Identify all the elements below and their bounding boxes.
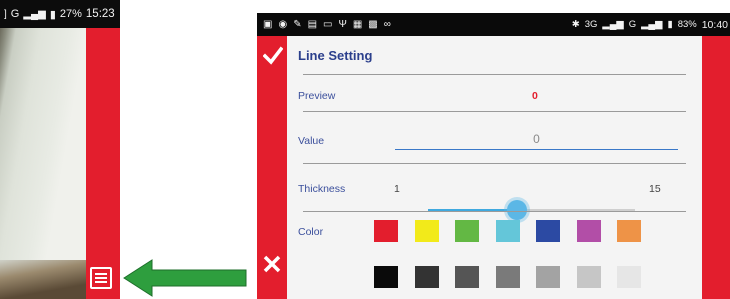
color-label: Color (298, 226, 324, 238)
menu-line-icon (95, 273, 107, 275)
color-swatch-r2-1[interactable] (374, 266, 398, 288)
left-bars-icon: ▂▄▆ (23, 8, 46, 20)
left-side-panel (86, 28, 120, 299)
left-signal-icon: ] (4, 8, 7, 20)
right-phone-screen: ▣ ◉ ✎ ▤ ▭ Ψ ▦ ▩ ∞ ✱ 3G ▂▄▆ G ▂▄▆ ▮ 83% 1… (257, 13, 730, 299)
right-clock: 10:40 (701, 18, 728, 31)
dialog-title: Line Setting (298, 48, 373, 63)
thickness-min: 1 (394, 183, 400, 195)
voicemail-icon: ∞ (383, 19, 391, 30)
color-swatch-r1-1[interactable] (374, 220, 398, 242)
right-bars-icon-2: ▂▄▆ (641, 19, 663, 30)
color-swatch-r1-4[interactable] (495, 220, 520, 242)
menu-line-icon (95, 281, 107, 283)
divider (303, 163, 686, 164)
gallery-icon: ▦ (352, 19, 363, 30)
color-swatch-r1-2[interactable] (414, 220, 439, 242)
thickness-slider-thumb[interactable] (506, 200, 527, 220)
camera-floor (0, 260, 86, 299)
close-icon[interactable] (263, 255, 281, 273)
color-swatch-r1-7[interactable] (617, 220, 641, 242)
left-phone-screen: ] G ▂▄▆ ▮ 27% 15:23 (0, 0, 120, 299)
right-battery-icon: ▮ (667, 19, 673, 30)
preview-label: Preview (298, 90, 336, 102)
color-swatch-r2-3[interactable] (455, 266, 479, 288)
color-swatch-r2-2[interactable] (414, 266, 439, 288)
color-swatch-r2-6[interactable] (576, 266, 601, 288)
left-arrow-icon (123, 259, 247, 297)
image-icon: ▤ (307, 19, 318, 30)
left-battery-level: 27% (59, 8, 82, 20)
alert-icon: ▣ (263, 19, 273, 30)
message-icon: ▭ (323, 19, 333, 30)
camera-preview (0, 28, 86, 299)
bluetooth-icon: ✱ (571, 19, 580, 30)
divider (303, 74, 686, 75)
right-network-label: G (628, 19, 637, 30)
usb-icon: Ψ (338, 19, 347, 30)
left-status-bar: ] G ▂▄▆ ▮ 27% 15:23 (0, 0, 120, 28)
app-icon: ▩ (368, 19, 378, 30)
right-side-panel (702, 36, 730, 299)
color-swatch-r2-7[interactable] (617, 266, 641, 288)
line-setting-dialog: Line Setting Preview 0 Value Thickness 1… (287, 36, 702, 299)
right-status-bar: ▣ ◉ ✎ ▤ ▭ Ψ ▦ ▩ ∞ ✱ 3G ▂▄▆ G ▂▄▆ ▮ 83% 1… (257, 13, 730, 36)
preview-value: 0 (532, 90, 538, 102)
right-bars-icon: ▂▄▆ (602, 19, 624, 30)
color-swatch-r1-3[interactable] (455, 220, 479, 242)
left-battery-icon: ▮ (49, 8, 56, 21)
thickness-max: 15 (649, 183, 661, 195)
thickness-label: Thickness (298, 183, 346, 195)
record-icon: ◉ (278, 19, 288, 30)
left-network-label: G (10, 8, 20, 20)
menu-line-icon (95, 277, 107, 279)
wrench-icon: ✎ (293, 19, 302, 30)
divider (303, 111, 686, 112)
line-setting-button[interactable] (90, 267, 112, 289)
right-network-type: 3G (584, 19, 598, 30)
color-swatch-r1-5[interactable] (536, 220, 560, 242)
color-swatch-r1-6[interactable] (576, 220, 601, 242)
left-clock: 15:23 (85, 8, 115, 20)
value-label: Value (298, 135, 325, 147)
color-swatch-r2-5[interactable] (536, 266, 560, 288)
right-battery-level: 83% (677, 19, 697, 30)
divider (303, 211, 686, 212)
confirm-check-icon[interactable] (263, 46, 283, 66)
value-input[interactable] (395, 128, 678, 150)
color-swatch-r2-4[interactable] (495, 266, 520, 288)
